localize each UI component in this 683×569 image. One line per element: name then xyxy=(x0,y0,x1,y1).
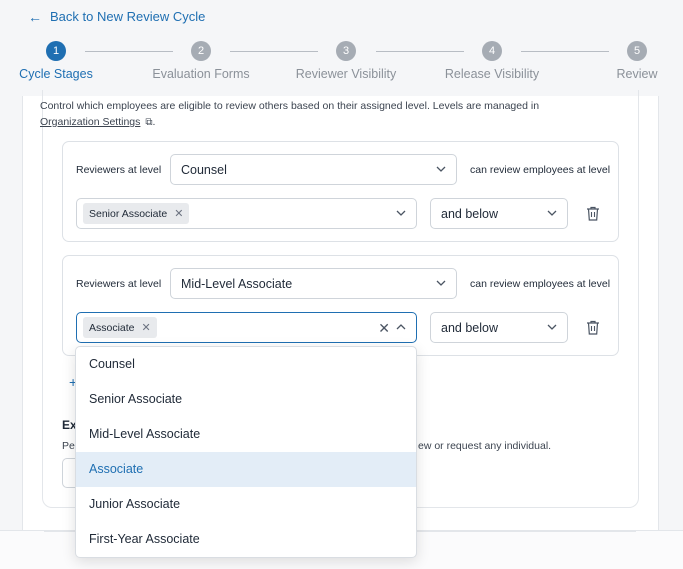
reviewer-level-select[interactable]: Counsel xyxy=(170,154,457,185)
step-number: 5 xyxy=(627,41,647,61)
target-level-multiselect[interactable]: Associate ✕ ✕ xyxy=(76,312,417,343)
level-chip: Senior Associate ✕ xyxy=(83,203,190,224)
organization-settings-link[interactable]: Organization Settings xyxy=(40,116,140,128)
description-text: Control which employees are eligible to … xyxy=(40,100,540,112)
step-number: 4 xyxy=(482,41,502,61)
dropdown-option[interactable]: Counsel xyxy=(76,347,416,382)
chevron-down-icon xyxy=(547,324,557,330)
reviewers-at-level-label: Reviewers at level xyxy=(76,278,162,290)
arrow-left-icon: ← xyxy=(28,8,42,25)
back-link[interactable]: ← Back to New Review Cycle xyxy=(28,9,205,24)
step-label: Review xyxy=(616,67,658,81)
remove-chip-icon[interactable]: ✕ xyxy=(142,321,151,334)
review-rule-card: Reviewers at level Counsel can review em… xyxy=(62,141,619,242)
level-dropdown-menu: Counsel Senior Associate Mid-Level Assoc… xyxy=(75,346,417,558)
step-cycle-stages[interactable]: 1 Cycle Stages xyxy=(18,41,94,81)
level-chip-label: Senior Associate xyxy=(89,207,168,220)
trash-icon[interactable] xyxy=(586,320,600,335)
chevron-down-icon xyxy=(396,210,406,216)
chevron-down-icon xyxy=(547,210,557,216)
exceptions-description-end: ew or request any individual. xyxy=(418,440,552,452)
dropdown-option[interactable]: Senior Associate xyxy=(76,382,416,417)
step-label: Release Visibility xyxy=(444,67,540,81)
step-number: 1 xyxy=(46,41,66,61)
description-period: . xyxy=(152,116,156,128)
scope-value: and below xyxy=(441,206,498,221)
step-label: Reviewer Visibility xyxy=(295,67,397,81)
reviewer-level-value: Counsel xyxy=(181,162,227,177)
stepper: 1 Cycle Stages 2 Evaluation Forms 3 Revi… xyxy=(0,41,683,91)
reviewer-level-value: Mid-Level Associate xyxy=(181,276,293,291)
step-label: Cycle Stages xyxy=(19,67,93,81)
trash-icon[interactable] xyxy=(586,206,600,221)
remove-chip-icon[interactable]: ✕ xyxy=(174,207,183,220)
step-reviewer-visibility[interactable]: 3 Reviewer Visibility xyxy=(290,41,402,81)
can-review-label: can review employees at level xyxy=(470,278,611,290)
reviewer-level-select[interactable]: Mid-Level Associate xyxy=(170,268,457,299)
step-evaluation-forms[interactable]: 2 Evaluation Forms xyxy=(150,41,252,81)
back-link-label: Back to New Review Cycle xyxy=(50,9,206,24)
dropdown-option[interactable]: First-Year Associate xyxy=(76,522,416,557)
dropdown-option[interactable]: Mid-Level Associate xyxy=(76,417,416,452)
dropdown-option[interactable]: Junior Associate xyxy=(76,487,416,522)
chevron-up-icon[interactable] xyxy=(396,322,406,332)
step-label: Evaluation Forms xyxy=(152,67,250,81)
level-chip-label: Associate xyxy=(89,321,135,334)
chevron-down-icon xyxy=(436,166,446,172)
step-number: 2 xyxy=(191,41,211,61)
step-release-visibility[interactable]: 4 Release Visibility xyxy=(440,41,544,81)
section-description: Control which employees are eligible to … xyxy=(40,98,560,131)
level-chip: Associate ✕ xyxy=(83,317,157,338)
reviewers-at-level-label: Reviewers at level xyxy=(76,164,162,176)
scope-value: and below xyxy=(441,320,498,335)
can-review-label: can review employees at level xyxy=(470,164,611,176)
clear-selection-icon[interactable]: ✕ xyxy=(378,320,390,337)
dropdown-option-selected[interactable]: Associate xyxy=(76,452,416,487)
scope-select[interactable]: and below xyxy=(430,198,568,229)
step-review[interactable]: 5 Review xyxy=(612,41,662,81)
chevron-down-icon xyxy=(436,280,446,286)
step-number: 3 xyxy=(336,41,356,61)
exceptions-description-start: Pe xyxy=(62,440,75,452)
scope-select[interactable]: and below xyxy=(430,312,568,343)
target-level-multiselect[interactable]: Senior Associate ✕ xyxy=(76,198,417,229)
review-rule-card: Reviewers at level Mid-Level Associate c… xyxy=(62,255,619,356)
